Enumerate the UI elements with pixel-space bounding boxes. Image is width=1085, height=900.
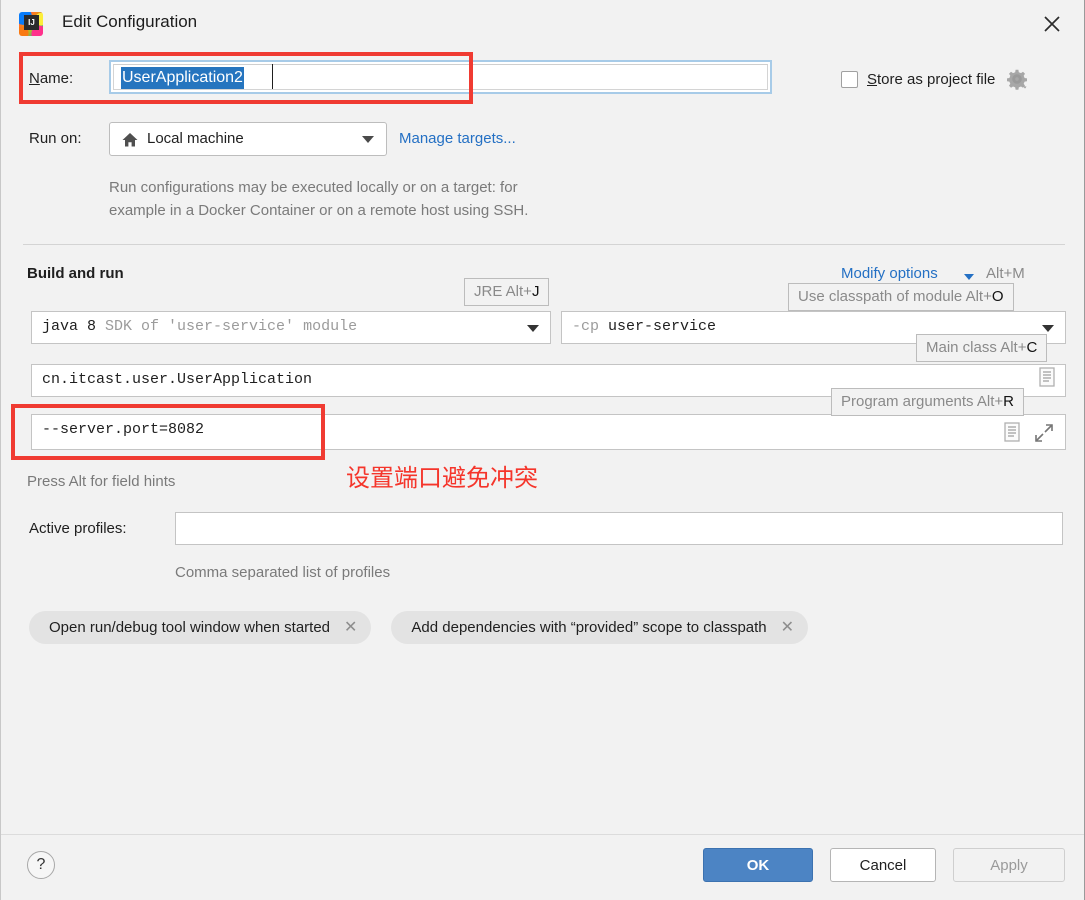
chevron-down-icon <box>362 136 374 143</box>
chevron-down-icon <box>964 274 974 280</box>
modify-options-shortcut: Alt+M <box>986 265 1025 282</box>
home-icon <box>122 133 138 147</box>
run-on-combo[interactable]: Local machine <box>109 122 387 156</box>
run-on-description-line2: example in a Docker Container or on a re… <box>109 202 529 219</box>
classpath-alt-hint-key: O <box>991 288 1004 305</box>
classpath-prefix: -cp <box>572 318 600 335</box>
main-class-value: cn.itcast.user.UserApplication <box>42 371 313 388</box>
close-chip-icon[interactable]: ✕ <box>344 619 357 636</box>
program-arguments-alt-hint-label: Program arguments Alt+ <box>841 393 1004 410</box>
program-arguments-alt-hint: Program arguments Alt+R <box>831 388 1025 416</box>
chip-label: Open run/debug tool window when started <box>49 619 331 636</box>
program-arguments-value: --server.port=8082 <box>42 421 205 438</box>
store-as-project-file-checkbox[interactable] <box>841 70 858 88</box>
classpath-alt-hint-label: Use classpath of module Alt+ <box>798 288 992 305</box>
gear-icon[interactable] <box>1006 68 1028 90</box>
cancel-button[interactable]: Cancel <box>830 848 936 882</box>
edit-configuration-dialog: IJ Edit Configuration Name: UserApplicat… <box>0 0 1085 900</box>
main-class-alt-hint-label: Main class Alt+ <box>926 339 1027 356</box>
chip-add-provided-dependencies[interactable]: Add dependencies with “provided” scope t… <box>391 611 809 644</box>
annotation-text-cn: 设置端口避免冲突 <box>346 464 538 492</box>
program-arguments-input[interactable]: --server.port=8082 <box>31 414 1066 450</box>
main-class-alt-hint: Main class Alt+C <box>916 334 1048 362</box>
run-on-label: Run on: <box>29 130 82 147</box>
ok-button[interactable]: OK <box>703 848 813 882</box>
main-class-alt-hint-key: C <box>1026 339 1038 356</box>
help-button[interactable]: ? <box>27 851 55 879</box>
active-profiles-label: Active profiles: <box>29 520 127 537</box>
window-title: Edit Configuration <box>62 12 198 31</box>
text-caret <box>272 64 273 89</box>
manage-targets-link[interactable]: Manage targets... <box>399 130 516 147</box>
jre-value-bold: java 8 <box>42 318 97 335</box>
build-and-run-title: Build and run <box>27 265 124 282</box>
title-bar: IJ Edit Configuration <box>1 0 1084 46</box>
store-as-project-file-row[interactable]: Store as project file <box>841 68 1028 90</box>
jre-value-dim: SDK of 'user-service' module <box>105 318 358 335</box>
classpath-alt-hint: Use classpath of module Alt+O <box>788 283 1014 311</box>
name-input-value: UserApplication2 <box>121 67 244 89</box>
store-as-project-file-label: Store as project file <box>867 70 996 88</box>
chevron-down-icon <box>527 325 539 332</box>
document-icon[interactable] <box>1036 365 1058 389</box>
chevron-down-icon <box>1042 325 1054 332</box>
jre-combo[interactable]: java 8 SDK of 'user-service' module <box>31 311 551 344</box>
chip-open-run-debug-tool-window[interactable]: Open run/debug tool window when started … <box>29 611 372 644</box>
active-profiles-input[interactable] <box>175 512 1063 545</box>
jre-alt-hint-label: JRE Alt+ <box>474 283 532 300</box>
jre-alt-hint: JRE Alt+J <box>464 278 550 306</box>
close-chip-icon[interactable]: ✕ <box>781 619 794 636</box>
jre-alt-hint-key: J <box>531 283 540 300</box>
section-divider <box>23 244 1065 245</box>
name-input[interactable]: UserApplication2 <box>109 60 772 94</box>
modify-options-link[interactable]: Modify options <box>841 265 938 282</box>
run-on-description-line1: Run configurations may be executed local… <box>109 179 518 196</box>
close-icon[interactable] <box>1038 10 1066 38</box>
apply-button[interactable]: Apply <box>953 848 1065 882</box>
document-icon[interactable] <box>1001 420 1023 444</box>
program-arguments-alt-hint-key: R <box>1003 393 1015 410</box>
expand-icon[interactable] <box>1032 421 1056 445</box>
footer-divider <box>1 834 1084 835</box>
option-chips: Open run/debug tool window when started … <box>29 611 809 644</box>
field-hints-note: Press Alt for field hints <box>27 473 176 490</box>
classpath-value: user-service <box>608 318 717 335</box>
chip-label: Add dependencies with “provided” scope t… <box>411 619 767 636</box>
active-profiles-description: Comma separated list of profiles <box>175 564 391 581</box>
name-label: Name: <box>29 70 74 87</box>
run-on-description: Run configurations may be executed local… <box>109 176 729 222</box>
intellij-idea-icon: IJ <box>19 12 43 36</box>
run-on-value: Local machine <box>147 130 244 147</box>
